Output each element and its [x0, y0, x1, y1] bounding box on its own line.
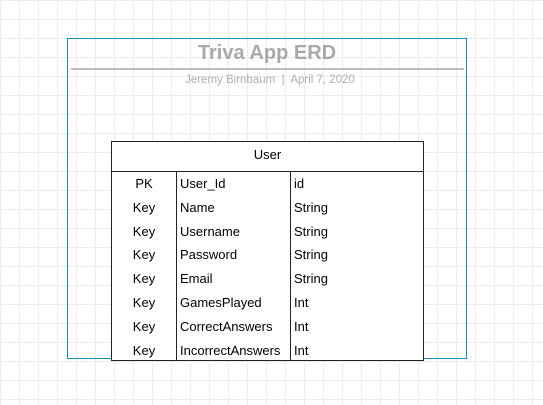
attribute-type: Int — [294, 342, 309, 358]
attribute-name: Username — [180, 223, 240, 239]
attribute-row-incorrect-answers: Key IncorrectAnswers Int — [112, 339, 423, 363]
attribute-name: GamesPlayed — [180, 294, 262, 310]
title-divider — [71, 68, 464, 70]
attribute-type: id — [294, 176, 305, 191]
attribute-row-email: Key Email String — [112, 267, 423, 291]
attribute-row-name: Key Name String — [112, 196, 423, 220]
attribute-row-correct-answers: Key CorrectAnswers Int — [112, 315, 423, 339]
attribute-name: Name — [180, 199, 215, 215]
attribute-row-games-played: Key GamesPlayed Int — [112, 291, 423, 315]
attribute-key: PK — [135, 176, 153, 191]
diagram-title[interactable]: Triva App ERD — [67, 40, 467, 66]
attribute-key: Key — [132, 271, 156, 287]
attribute-key: Key — [132, 342, 156, 358]
attribute-key: Key — [132, 247, 156, 263]
attribute-key: Key — [132, 223, 156, 239]
attribute-type: String — [294, 223, 328, 239]
attribute-name: CorrectAnswers — [180, 318, 273, 334]
attribute-key: Key — [132, 294, 156, 310]
attribute-row-user-id: PK User_Id id — [112, 172, 423, 196]
attribute-row-password: Key Password String — [112, 243, 423, 267]
entity-name: User — [112, 142, 423, 172]
attribute-key: Key — [132, 199, 156, 215]
attribute-name: Email — [180, 271, 213, 287]
attribute-name: IncorrectAnswers — [180, 342, 281, 358]
attribute-type: Int — [294, 318, 309, 334]
attribute-type: String — [294, 271, 328, 287]
attribute-type: String — [294, 199, 328, 215]
attribute-row-username: Key Username String — [112, 220, 423, 244]
attribute-name: User_Id — [180, 176, 226, 191]
entity-attributes: PK User_Id id Key Name String Key Userna… — [112, 172, 423, 360]
user-entity-table[interactable]: User PK User_Id id Key Name String Key U… — [111, 141, 424, 361]
diagram-subtitle[interactable]: Jeremy Birnbaum | April 7, 2020 — [67, 72, 473, 88]
attribute-name: Password — [180, 247, 238, 263]
attribute-type: String — [294, 247, 328, 263]
attribute-key: Key — [132, 318, 156, 334]
attribute-type: Int — [294, 294, 309, 310]
